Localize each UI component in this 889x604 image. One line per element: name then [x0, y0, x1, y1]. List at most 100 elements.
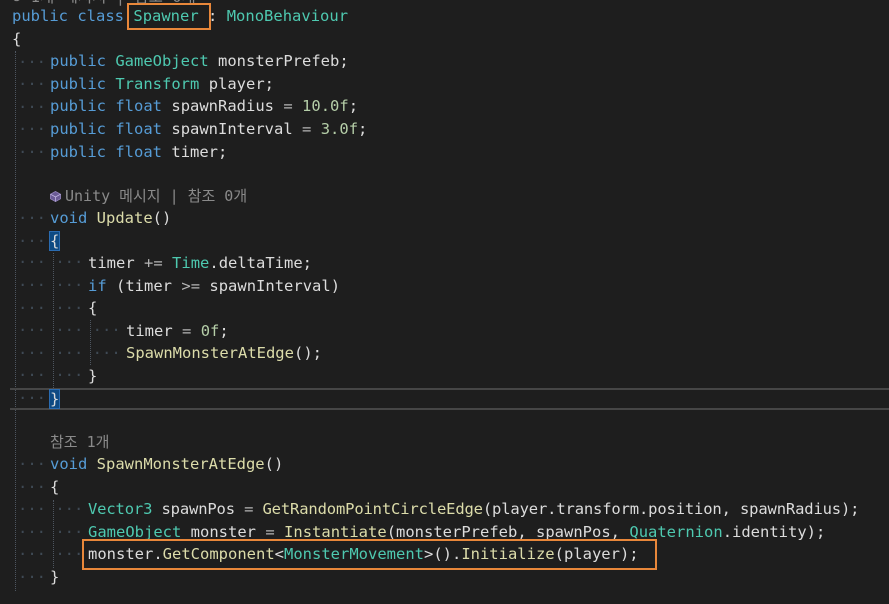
arguments: spawnRadius);	[739, 500, 860, 518]
code-editor[interactable]: ⊙ 1개 메시지 | 참조 0개 ··· ··· ··· ··· ··· ···…	[0, 0, 889, 604]
operator: +=	[144, 254, 163, 272]
keyword: if	[88, 277, 107, 295]
keyword: public	[50, 143, 106, 161]
code-line[interactable]: timer = 0f;	[126, 320, 229, 342]
whitespace-dots: ···	[18, 143, 46, 161]
punctuation: ();	[293, 344, 322, 362]
code-line[interactable]: {	[12, 28, 21, 50]
keyword: public	[50, 52, 106, 70]
whitespace-dots: ··· ···	[18, 366, 84, 384]
code-line[interactable]: void SpawnMonsterAtEdge()	[50, 453, 283, 475]
matching-brace: }	[48, 389, 61, 409]
brace: }	[88, 367, 98, 385]
keyword: void	[50, 209, 88, 227]
identifier: spawnRadius	[171, 97, 275, 115]
whitespace-dots: ···	[18, 209, 46, 227]
identifier: timer	[88, 254, 135, 272]
identifier: player;	[208, 75, 275, 93]
whitespace-dots: ···	[18, 568, 46, 586]
identifier: monsterPrefeb;	[218, 52, 349, 70]
punctuation: ;	[219, 322, 229, 340]
code-line[interactable]: if (timer >= spawnInterval)	[88, 275, 340, 297]
brace: }	[50, 568, 60, 586]
keyword: float	[115, 120, 163, 138]
code-line[interactable]: timer += Time.deltaTime;	[88, 252, 312, 274]
arguments: (player.transform.position,	[482, 500, 731, 518]
identifier: timer;	[171, 143, 228, 161]
highlight-box-getcomponent	[82, 539, 657, 570]
identifier: .deltaTime;	[209, 254, 313, 272]
codelens-unity-message[interactable]: Unity 메시지 | 참조 0개	[50, 185, 247, 207]
identifier: spawnInterval)	[209, 277, 341, 295]
keyword: public	[50, 120, 106, 138]
number: 10.0f	[302, 97, 349, 115]
base-class: MonoBehaviour	[226, 7, 349, 25]
unity-cube-icon	[50, 191, 61, 202]
operator: >=	[181, 277, 201, 295]
whitespace-dots: ··· ···	[18, 523, 84, 541]
whitespace-dots: ···	[18, 53, 46, 71]
whitespace-dots: ···	[18, 455, 46, 473]
code-line[interactable]: public Transform player;	[50, 73, 274, 95]
matching-brace: {	[48, 231, 61, 251]
code-line[interactable]: {	[88, 297, 97, 319]
keyword: float	[115, 143, 163, 161]
whitespace-dots: ···	[18, 98, 46, 116]
brace: {	[50, 478, 60, 496]
identifier: timer	[126, 322, 173, 340]
whitespace-dots: ··· ···	[18, 500, 84, 518]
operator: =	[244, 500, 254, 518]
whitespace-dots: ···	[18, 478, 46, 496]
code-line[interactable]: public float timer;	[50, 141, 227, 163]
keyword: float	[115, 97, 163, 115]
number: 0f	[200, 322, 220, 340]
whitespace-dots: ··· ···	[18, 299, 84, 317]
type-name: Vector3	[88, 500, 153, 518]
type-name: GameObject	[115, 52, 209, 70]
whitespace-dots: ···	[18, 232, 46, 250]
code-line[interactable]: {	[48, 230, 61, 252]
punctuation: ()	[152, 209, 172, 227]
codelens-text: Unity 메시지 | 참조 0개	[65, 187, 248, 205]
codelens-text: 참조 1개	[50, 433, 110, 451]
number: 3.0f	[320, 120, 359, 138]
keyword: public	[12, 7, 68, 25]
code-line[interactable]: public GameObject monsterPrefeb;	[50, 50, 349, 72]
method-name: SpawnMonsterAtEdge	[96, 455, 265, 473]
operator: =	[302, 120, 312, 138]
operator: =	[283, 97, 293, 115]
punctuation: ;	[348, 97, 359, 115]
current-line-highlight	[10, 388, 889, 410]
identifier: spawnInterval	[171, 120, 293, 138]
identifier: spawnPos	[161, 500, 235, 518]
whitespace-dots: ··· ···	[18, 276, 84, 294]
highlight-box-spawner	[127, 3, 211, 30]
arguments: .identity);	[722, 523, 826, 541]
type-name: Transform	[115, 75, 200, 93]
brace: {	[88, 299, 98, 317]
code-line[interactable]: {	[50, 476, 59, 498]
keyword: public	[50, 97, 106, 115]
code-line[interactable]: public float spawnRadius = 10.0f;	[50, 95, 358, 117]
keyword: void	[50, 455, 88, 473]
code-line[interactable]: public float spawnInterval = 3.0f;	[50, 118, 367, 140]
whitespace-dots: ··· ··· ···	[18, 321, 121, 339]
keyword: class	[77, 7, 125, 25]
code-line[interactable]: }	[88, 365, 97, 387]
code-line[interactable]: Vector3 spawnPos = GetRandomPointCircleE…	[88, 498, 860, 520]
whitespace-dots: ··· ···	[18, 253, 84, 271]
whitespace-dots: ··· ···	[18, 545, 84, 563]
method-call: SpawnMonsterAtEdge	[126, 344, 294, 362]
whitespace-dots: ··· ··· ···	[18, 344, 121, 362]
whitespace-dots: ···	[18, 120, 46, 138]
code-line-current[interactable]: }	[48, 388, 61, 410]
whitespace-dots: ···	[18, 75, 46, 93]
method-name: Update	[96, 209, 153, 227]
punctuation: ;	[358, 120, 368, 138]
type-name: Time	[172, 254, 210, 272]
code-line[interactable]: }	[50, 566, 59, 588]
codelens-references[interactable]: 참조 1개	[50, 431, 109, 453]
code-line[interactable]: SpawnMonsterAtEdge();	[126, 342, 322, 364]
code-line[interactable]: void Update()	[50, 207, 171, 229]
operator: =	[182, 322, 192, 340]
